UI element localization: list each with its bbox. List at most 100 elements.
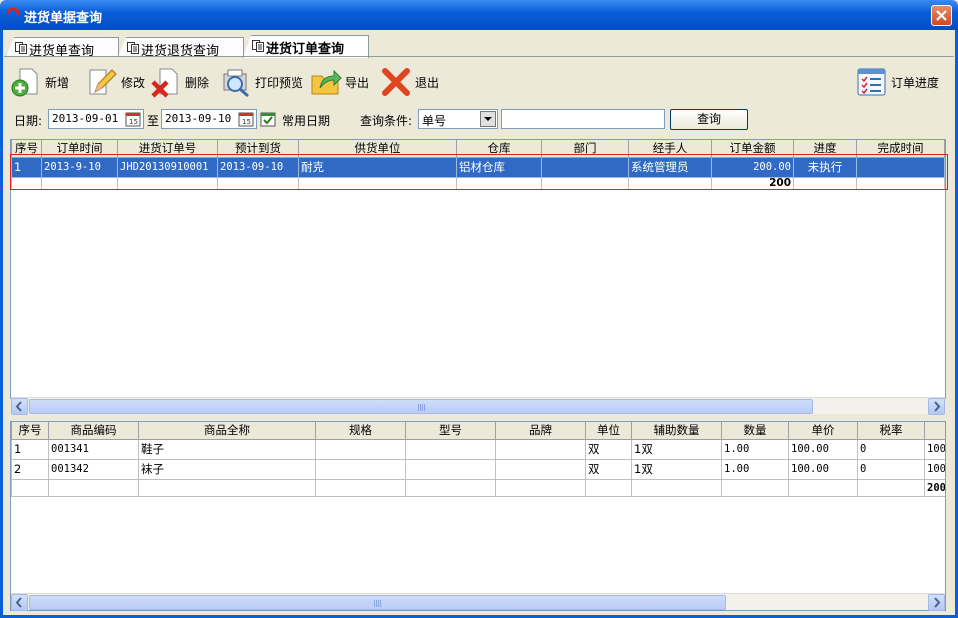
toolbar: 新增 修改 删除 打印预览 导出 退出 订单进度 bbox=[8, 60, 948, 104]
details-horizontal-scrollbar[interactable] bbox=[11, 593, 945, 611]
cell: 双 bbox=[585, 458, 632, 480]
table-row[interactable]: 2 001342 袜子 双 1双 1.00 100.00 0 100 bbox=[11, 458, 945, 480]
print-preview-button[interactable]: 打印预览 bbox=[220, 64, 303, 100]
chevron-right-icon bbox=[934, 597, 941, 608]
cell: 双 bbox=[585, 438, 632, 460]
window-title: 进货单据查询 bbox=[24, 11, 103, 26]
calendar-icon[interactable]: 15 bbox=[238, 111, 254, 127]
condition-label: 查询条件: bbox=[360, 114, 413, 128]
col-header[interactable]: 经手人 bbox=[628, 140, 712, 158]
svg-text:15: 15 bbox=[129, 118, 138, 126]
cell: 1.00 bbox=[721, 438, 789, 460]
print-preview-icon bbox=[223, 69, 249, 98]
checklist-icon bbox=[857, 68, 886, 96]
col-header[interactable]: 预计到货 bbox=[217, 140, 299, 158]
col-header[interactable]: 型号 bbox=[405, 422, 496, 440]
cell bbox=[315, 438, 406, 460]
table-row[interactable]: 1 001341 鞋子 双 1双 1.00 100.00 0 100 bbox=[11, 438, 945, 460]
cell: 100.00 bbox=[788, 458, 858, 480]
col-header[interactable]: 订单金额 bbox=[711, 140, 794, 158]
col-header[interactable]: 进货订单号 bbox=[117, 140, 218, 158]
title-bar: 进货单据查询 bbox=[0, 0, 958, 30]
orders-header-row: 序号 订单时间 进货订单号 预计到货 供货单位 仓库 部门 经手人 订单金额 进… bbox=[11, 140, 945, 158]
new-button[interactable]: 新增 bbox=[10, 64, 69, 100]
cell bbox=[541, 156, 629, 178]
common-dates-label[interactable]: 常用日期 bbox=[282, 112, 330, 129]
col-header[interactable]: 数量 bbox=[721, 422, 789, 440]
table-row[interactable]: 1 2013-9-10 JHD20130910001 2013-09-10 耐克… bbox=[11, 156, 945, 178]
col-header[interactable]: 税率 bbox=[857, 422, 925, 440]
window-frame-left bbox=[0, 30, 3, 618]
total-row: 200 bbox=[11, 478, 945, 497]
tab-order-query[interactable]: 进货订单查询 bbox=[243, 35, 369, 58]
exit-button[interactable]: 退出 bbox=[380, 64, 439, 100]
date-label: 日期: bbox=[14, 114, 43, 128]
edit-button[interactable]: 修改 bbox=[86, 64, 145, 100]
export-folder-icon bbox=[311, 69, 342, 95]
col-header[interactable]: 序号 bbox=[11, 140, 42, 158]
cell bbox=[315, 458, 406, 480]
condition-select[interactable]: 单号 bbox=[418, 109, 498, 129]
col-header[interactable]: 序号 bbox=[11, 422, 49, 440]
dropdown-arrow-icon[interactable] bbox=[480, 111, 496, 127]
scroll-thumb[interactable] bbox=[29, 399, 813, 414]
orders-grid: 序号 订单时间 进货订单号 预计到货 供货单位 仓库 部门 经手人 订单金额 进… bbox=[10, 139, 946, 399]
col-header[interactable]: 进度 bbox=[793, 140, 857, 158]
col-header[interactable]: 辅助数量 bbox=[631, 422, 722, 440]
col-header[interactable]: 商品编码 bbox=[48, 422, 139, 440]
cell: 100 bbox=[924, 458, 945, 480]
cell bbox=[405, 458, 496, 480]
cell: 1双 bbox=[631, 438, 722, 460]
cell: 鞋子 bbox=[138, 438, 316, 460]
col-header[interactable]: 单位 bbox=[585, 422, 632, 440]
cell: JHD20130910001 bbox=[117, 156, 218, 178]
cell bbox=[495, 458, 586, 480]
scroll-grip bbox=[374, 600, 382, 607]
col-header[interactable]: 完成时间 bbox=[856, 140, 945, 158]
scroll-right-button[interactable] bbox=[928, 594, 945, 611]
col-header[interactable]: 品牌 bbox=[495, 422, 586, 440]
scroll-left-button[interactable] bbox=[11, 594, 28, 611]
tab-purchase-query[interactable]: 进货单查询 bbox=[6, 37, 119, 57]
scroll-right-button[interactable] bbox=[928, 398, 945, 415]
col-header[interactable]: 供货单位 bbox=[298, 140, 457, 158]
tab-divider bbox=[4, 56, 954, 57]
col-header[interactable] bbox=[924, 422, 945, 440]
delete-button[interactable]: 删除 bbox=[150, 64, 209, 100]
col-header[interactable]: 订单时间 bbox=[41, 140, 118, 158]
close-button[interactable] bbox=[931, 5, 952, 26]
common-dates-icon[interactable] bbox=[260, 111, 276, 127]
export-label: 导出 bbox=[345, 75, 370, 90]
cell: 1 bbox=[11, 156, 42, 178]
col-header[interactable]: 商品全称 bbox=[138, 422, 316, 440]
order-progress-button[interactable]: 订单进度 bbox=[856, 64, 939, 100]
chevron-left-icon bbox=[15, 597, 22, 608]
cell: 耐克 bbox=[298, 156, 457, 178]
col-header[interactable]: 仓库 bbox=[456, 140, 542, 158]
col-header[interactable]: 规格 bbox=[315, 422, 406, 440]
print-preview-label: 打印预览 bbox=[255, 75, 304, 90]
cell: 001342 bbox=[48, 458, 139, 480]
export-button[interactable]: 导出 bbox=[310, 64, 369, 100]
query-button[interactable]: 查询 bbox=[670, 109, 748, 130]
condition-input[interactable] bbox=[501, 109, 665, 129]
cell: 袜子 bbox=[138, 458, 316, 480]
delete-document-icon bbox=[151, 68, 178, 98]
cell: 1 bbox=[11, 438, 49, 460]
details-grid: 序号 商品编码 商品全称 规格 型号 品牌 单位 辅助数量 数量 单价 税率 1… bbox=[10, 421, 946, 611]
tab-return-query[interactable]: 进货退货查询 bbox=[118, 37, 244, 57]
col-header[interactable]: 单价 bbox=[788, 422, 858, 440]
calendar-icon[interactable]: 15 bbox=[125, 111, 141, 127]
cell: 未执行 bbox=[793, 156, 857, 178]
total-amount: 200 bbox=[711, 176, 794, 190]
cell bbox=[495, 438, 586, 460]
cell: 100.00 bbox=[788, 438, 858, 460]
order-progress-label: 订单进度 bbox=[891, 75, 940, 90]
to-label: 至 bbox=[147, 114, 160, 128]
col-header[interactable]: 部门 bbox=[541, 140, 629, 158]
scroll-thumb[interactable] bbox=[29, 595, 726, 610]
new-label: 新增 bbox=[45, 75, 70, 90]
scroll-left-button[interactable] bbox=[11, 398, 28, 415]
cell: 001341 bbox=[48, 438, 139, 460]
orders-horizontal-scrollbar[interactable] bbox=[11, 397, 945, 415]
